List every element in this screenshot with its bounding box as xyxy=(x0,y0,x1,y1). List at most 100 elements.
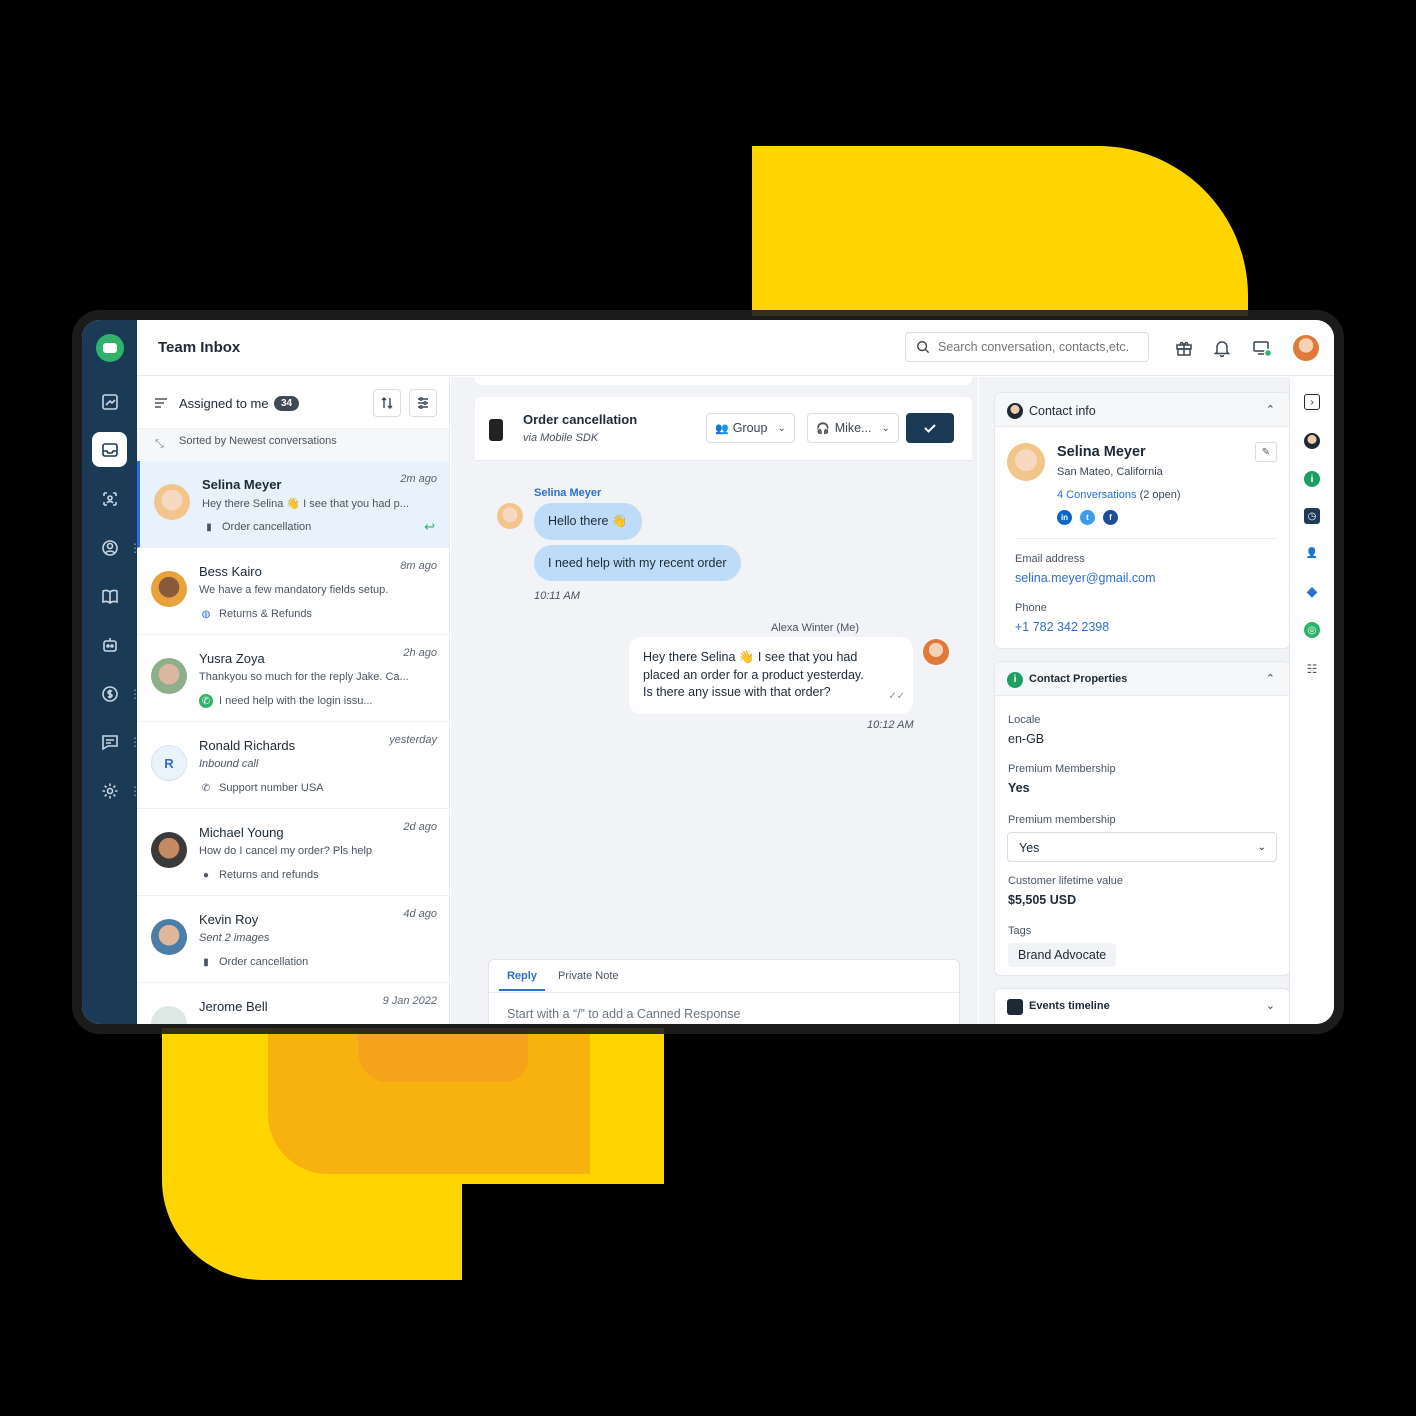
panel-toggle-icon[interactable]: › xyxy=(1304,394,1320,410)
settings-icon[interactable] xyxy=(92,773,127,808)
info-icon[interactable]: i xyxy=(1304,471,1320,487)
chevron-up-icon[interactable]: ⌃ xyxy=(1266,403,1275,416)
conversation-item[interactable]: Kevin Roy 4d ago Sent 2 images ▮ Order ca… xyxy=(137,896,449,983)
meta-label: Returns & Refunds xyxy=(219,608,312,620)
sort-text: Sorted by Newest conversations xyxy=(179,435,337,447)
conversation-time: 2m ago xyxy=(400,473,437,485)
left-nav: ⋮ ⋮ ⋮ ⋮ xyxy=(82,320,141,1024)
expand-icon[interactable]: ⤡ xyxy=(155,438,164,451)
message-time: 10:11 AM xyxy=(534,590,580,602)
conversation-item[interactable]: Michael Young 2d ago How do I cancel my … xyxy=(137,809,449,896)
timeline-icon xyxy=(1007,999,1023,1015)
contact-name: Selina Meyer xyxy=(1057,444,1146,460)
mobile-icon: ▮ xyxy=(206,521,212,533)
avatar-initial: R xyxy=(151,745,187,781)
contact-info-card: Contact info ⌃ Selina Meyer San Mateo, C… xyxy=(994,392,1290,649)
contact-panel: Contact info ⌃ Selina Meyer San Mateo, C… xyxy=(979,377,1290,1024)
incoming-sender: Selina Meyer xyxy=(534,487,602,499)
conversation-preview: Inbound call xyxy=(199,758,259,770)
group-dropdown[interactable]: 👥 Group ⌄ xyxy=(706,413,795,443)
conversation-preview: Thankyou so much for the reply Jake. Ca.… xyxy=(199,671,409,683)
email-value[interactable]: selina.meyer@gmail.com xyxy=(1015,571,1156,585)
billing-icon[interactable] xyxy=(92,676,127,711)
group-label: Group xyxy=(732,421,768,435)
contacts-icon[interactable] xyxy=(92,530,127,565)
page-title: Team Inbox xyxy=(158,339,241,356)
edit-icon[interactable]: ✎ xyxy=(1255,442,1277,462)
crm-icon[interactable] xyxy=(92,481,127,516)
conversation-item[interactable]: Jerome Bell 9 Jan 2022 xyxy=(137,983,449,1024)
conversation-preview: Hey there Selina 👋 I see that you had p.… xyxy=(202,498,409,510)
chat-icon[interactable] xyxy=(92,724,127,759)
filter-label[interactable]: Assigned to me xyxy=(179,396,269,411)
contact-properties-header[interactable]: i Contact Properties ⌃ xyxy=(995,662,1289,696)
contact-name: Michael Young xyxy=(199,825,284,840)
menu-icon[interactable] xyxy=(154,397,168,409)
sort-button[interactable] xyxy=(373,389,401,417)
events-timeline-header[interactable]: Events timeline ⌄ xyxy=(995,989,1289,1024)
conversation-time: yesterday xyxy=(389,734,437,746)
outgoing-sender: Alexa Winter (Me) xyxy=(771,622,860,634)
agent-dropdown[interactable]: 🎧 Mike... ⌄ xyxy=(807,413,899,443)
chevron-down-icon[interactable]: ⌄ xyxy=(1266,999,1275,1012)
search-box[interactable] xyxy=(905,332,1149,362)
monitor-status-icon[interactable] xyxy=(1252,338,1273,358)
conversation-meta: ● Returns and refunds xyxy=(199,868,319,882)
twitter-icon[interactable]: t xyxy=(1080,510,1095,525)
chevron-down-icon: ⌄ xyxy=(777,422,786,434)
contact-location: San Mateo, California xyxy=(1057,466,1163,478)
facebook-icon[interactable]: f xyxy=(1103,510,1118,525)
conversation-item[interactable]: Yusra Zoya 2h ago Thankyou so much for t… xyxy=(137,635,449,722)
inbox-icon[interactable] xyxy=(92,432,127,467)
avatar xyxy=(151,919,187,955)
stage: ⋮ ⋮ ⋮ ⋮ Team Inbox Search conversation, … xyxy=(0,0,1416,1416)
decorative-shape-top xyxy=(752,146,1248,316)
count-badge: 34 xyxy=(274,396,300,411)
dashboard-icon[interactable] xyxy=(92,384,127,419)
outgoing-line: placed an order for a product yesterday. xyxy=(643,667,864,682)
conversation-item[interactable]: Bess Kairo 8m ago We have a few mandator… xyxy=(137,548,449,635)
contact-name: Bess Kairo xyxy=(199,564,262,579)
incoming-message: Hello there 👋 xyxy=(534,503,642,540)
search-input[interactable] xyxy=(938,340,1138,354)
user-settings-icon[interactable]: 👤 xyxy=(1304,545,1320,561)
filter-button[interactable] xyxy=(409,389,437,417)
logo-icon[interactable] xyxy=(96,334,124,362)
avatar xyxy=(151,658,187,694)
phone-value[interactable]: +1 782 342 2398 xyxy=(1015,620,1109,634)
bell-icon[interactable] xyxy=(1212,338,1232,358)
divider xyxy=(1015,538,1277,539)
chevron-up-icon[interactable]: ⌃ xyxy=(1266,672,1275,685)
gift-icon[interactable] xyxy=(1174,338,1194,358)
contact-info-title: Contact info xyxy=(1029,404,1096,418)
support-icon[interactable]: ◎ xyxy=(1304,622,1320,638)
knowledge-base-icon[interactable] xyxy=(92,578,127,613)
contact-info-header[interactable]: Contact info ⌃ xyxy=(995,393,1289,427)
bot-icon[interactable] xyxy=(92,627,127,662)
tag-chip[interactable]: Brand Advocate xyxy=(1008,943,1117,967)
avatar xyxy=(151,832,187,868)
linkedin-icon[interactable]: in xyxy=(1057,510,1072,525)
conversation-time: 2h ago xyxy=(403,647,437,659)
meta-label: Order cancellation xyxy=(219,956,309,968)
sliders-icon[interactable]: ☷ xyxy=(1304,661,1320,677)
premium-select[interactable]: Yes ⌄ xyxy=(1007,832,1277,862)
conversation-item[interactable]: Selina Meyer 2m ago Hey there Selina 👋 I… xyxy=(137,461,449,548)
diamond-icon[interactable]: ◆ xyxy=(1304,583,1320,599)
tab-reply[interactable]: Reply xyxy=(499,970,545,991)
meta-label: Returns and refunds xyxy=(219,869,319,881)
conversation-preview: How do I cancel my order? Pls help xyxy=(199,845,373,857)
user-avatar[interactable] xyxy=(1293,335,1319,361)
premium-select-label: Premium membership xyxy=(1008,814,1116,826)
conversations-link[interactable]: 4 Conversations xyxy=(1057,489,1137,501)
resolve-button[interactable] xyxy=(906,413,954,443)
timeline-icon[interactable]: ◷ xyxy=(1304,508,1320,524)
reply-input[interactable]: Start with a “/” to add a Canned Respons… xyxy=(507,1007,740,1021)
headset-icon: 🎧 xyxy=(816,422,830,435)
conversation-meta: ▮ Order cancellation xyxy=(202,520,311,534)
contact-icon[interactable] xyxy=(1304,433,1320,449)
conversation-time: 9 Jan 2022 xyxy=(382,995,437,1007)
tab-private-note[interactable]: Private Note xyxy=(558,970,619,982)
chat-stub xyxy=(475,377,972,385)
conversation-item[interactable]: R Ronald Richards yesterday Inbound call… xyxy=(137,722,449,809)
